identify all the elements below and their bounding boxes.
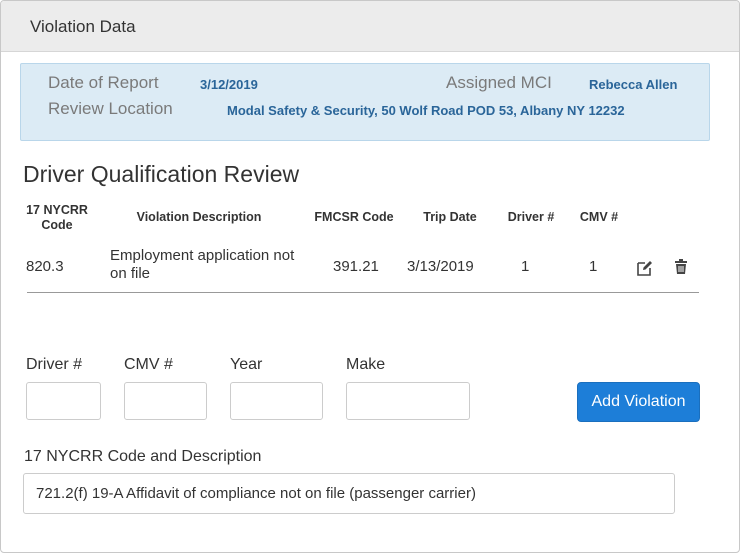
col-header-cmv: CMV #: [579, 210, 619, 224]
row-nycrr-code: 820.3: [26, 258, 64, 275]
review-location-label: Review Location: [48, 99, 173, 118]
cmv-number-input[interactable]: [124, 382, 207, 420]
make-input[interactable]: [346, 382, 470, 420]
row-fmcsr-code: 391.21: [333, 258, 379, 275]
section-title: Driver Qualification Review: [23, 161, 300, 187]
cmv-number-label: CMV #: [124, 356, 173, 373]
edit-icon[interactable]: [636, 259, 654, 277]
date-of-report-label: Date of Report: [48, 73, 159, 92]
row-divider: [27, 292, 699, 293]
year-label: Year: [230, 356, 263, 373]
panel-header: Violation Data: [1, 1, 739, 52]
assigned-mci-label: Assigned MCI: [446, 73, 552, 92]
violation-data-panel: Violation Data Date of Report 3/12/2019 …: [0, 0, 740, 553]
panel-title: Violation Data: [30, 17, 136, 36]
nycrr-code-description-field[interactable]: 721.2(f) 19-A Affidavit of compliance no…: [23, 473, 675, 514]
assigned-mci-value: Rebecca Allen: [589, 77, 678, 92]
row-violation-description: Employment application not on file: [110, 247, 295, 282]
col-header-violation-description: Violation Description: [136, 210, 262, 224]
date-of-report-value: 3/12/2019: [200, 77, 258, 92]
driver-number-input[interactable]: [26, 382, 101, 420]
nycrr-code-description-label: 17 NYCRR Code and Description: [24, 448, 262, 465]
make-label: Make: [346, 356, 386, 373]
row-cmv-number: 1: [589, 258, 598, 275]
col-header-fmcsr-code: FMCSR Code: [314, 210, 394, 224]
driver-number-label: Driver #: [26, 356, 83, 373]
row-driver-number: 1: [521, 258, 530, 275]
col-header-trip-date: Trip Date: [423, 210, 477, 224]
col-header-driver: Driver #: [507, 210, 555, 224]
add-violation-button[interactable]: Add Violation: [577, 382, 700, 422]
review-location-value: Modal Safety & Security, 50 Wolf Road PO…: [227, 103, 625, 118]
row-trip-date: 3/13/2019: [407, 258, 474, 275]
report-info-box: Date of Report 3/12/2019 Assigned MCI Re…: [20, 63, 710, 141]
col-header-nycrr-code: 17 NYCRR Code: [26, 203, 88, 232]
trash-icon[interactable]: [673, 258, 689, 276]
year-input[interactable]: [230, 382, 323, 420]
